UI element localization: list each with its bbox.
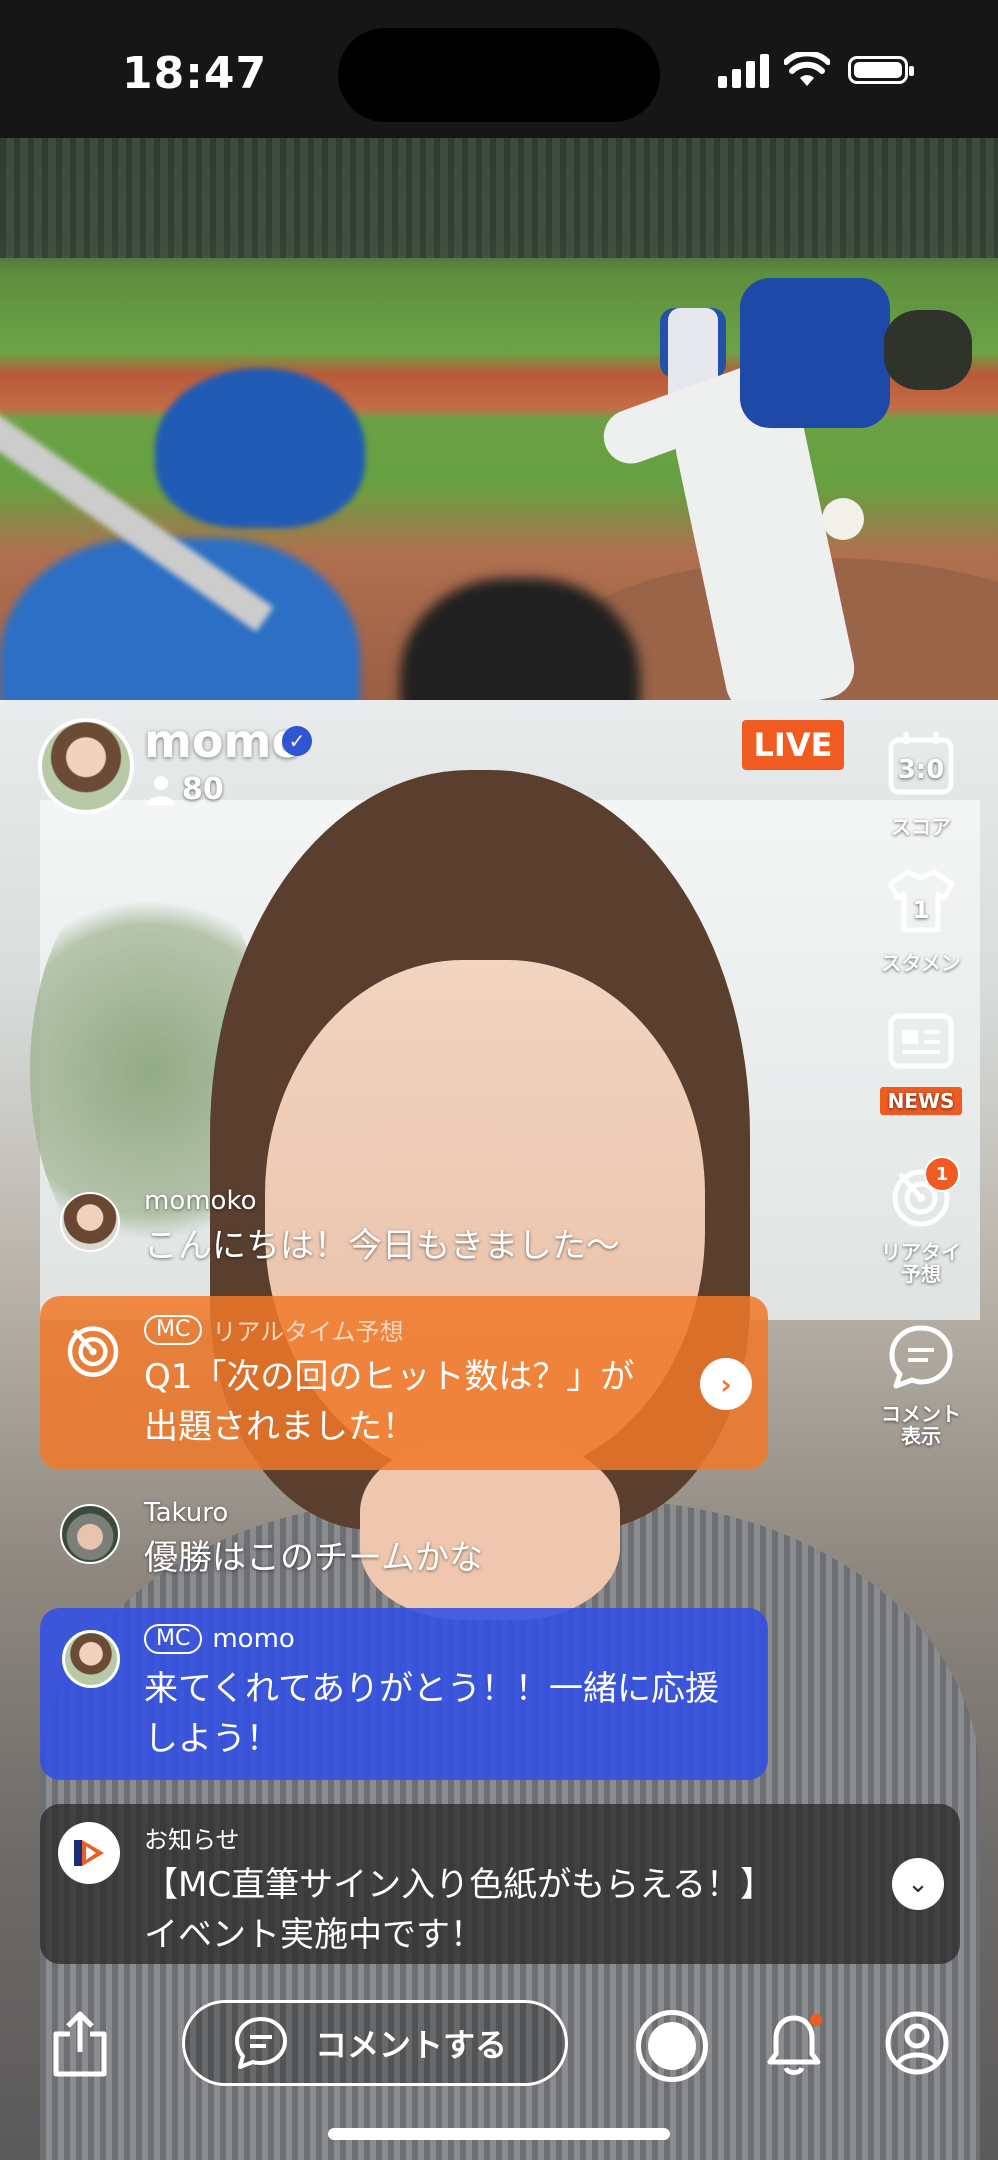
news-label: NEWS [879,1087,963,1115]
mc-avatar[interactable] [62,1630,120,1688]
notice-text: 【MC直筆サイン入り色紙がもらえる！】 イベント実施中です！ [144,1860,864,1960]
viewer-person-icon [148,775,174,805]
record-button[interactable] [636,2010,708,2082]
dynamic-island [338,28,660,122]
prediction-count-badge: 1 [924,1156,960,1192]
lineup-label: スタメン [881,951,961,975]
comment-button-label: コメントする [315,2026,508,2064]
battery-icon [848,56,914,84]
prediction-announcement-card[interactable]: MC リアルタイム予想 Q1「次の回のヒット数は？」が 出題されました！ › [40,1296,768,1470]
mc-comment-line-1: 来てくれてありがとう！！一緒に応援 [144,1669,719,1709]
game-video-feed[interactable] [0,138,998,700]
live-badge: LIVE [742,720,844,770]
prediction-line-1: Q1「次の回のヒット数は？」が [144,1357,635,1397]
mc-comment-text: 来てくれてありがとう！！一緒に応援 しよう！ [144,1664,744,1764]
commenter-name: momoko [144,1186,257,1216]
comment-button[interactable]: コメントする [182,2000,568,2086]
profile-icon[interactable] [884,2010,950,2076]
comment-text: 優勝はこのチームかな [144,1538,483,1578]
score-label: スコア [891,815,951,839]
commenter-avatar[interactable] [60,1192,120,1252]
prediction-category: リアルタイム予想 [212,1318,404,1346]
svg-text:1: 1 [913,896,930,924]
verified-badge-icon: ✓ [282,726,312,756]
notice-line-1: 【MC直筆サイン入り色紙がもらえる！】 [144,1865,775,1905]
viewer-count: 80 [148,772,224,807]
brand-logo-icon [58,1822,120,1884]
streamer-name[interactable]: momo [144,714,303,768]
streamer-avatar[interactable] [38,718,134,814]
jersey-icon: 1 [887,869,955,933]
svg-text:3:0: 3:0 [898,755,945,785]
cellular-signal-icon [718,54,769,88]
score-button[interactable]: 3:0 スコア [866,730,976,840]
commenter-avatar[interactable] [60,1504,120,1564]
lineup-button[interactable]: 1 スタメン [866,866,976,976]
news-icon [888,1013,954,1069]
realtime-prediction-icon [67,1326,119,1377]
notice-line-2: イベント実施中です！ [144,1915,484,1955]
mc-comment-line-2: しよう！ [144,1719,280,1759]
realtime-prediction-label: リアタイ 予想 [881,1240,961,1286]
clock: 18:47 [122,48,268,99]
mc-badge: MC [144,1624,203,1654]
chevron-down-icon[interactable]: ⌄ [892,1858,944,1910]
comment-item: momoko こんにちは！今日もきました〜 [60,1186,760,1266]
notice-banner[interactable]: お知らせ 【MC直筆サイン入り色紙がもらえる！】 イベント実施中です！ ⌄ [40,1804,960,1964]
comment-item: Takuro 優勝はこのチームかな [60,1498,760,1578]
realtime-prediction-button[interactable]: リアタイ 予想 [866,1160,976,1285]
prediction-meta: MC リアルタイム予想 [144,1312,404,1347]
commenter-name: Takuro [144,1498,229,1528]
chevron-right-icon[interactable]: › [700,1358,752,1410]
home-indicator[interactable] [328,2128,670,2140]
viewer-count-value: 80 [182,772,224,807]
notice-category: お知らせ [144,1826,240,1854]
prediction-line-2: 出題されました！ [144,1407,416,1447]
mc-name: momo [212,1624,295,1654]
share-icon[interactable] [50,2010,110,2080]
comment-toggle-icon [889,1325,953,1389]
wifi-icon [784,52,830,86]
comment-display-toggle[interactable]: コメント 表示 [866,1322,976,1447]
comment-display-label: コメント 表示 [881,1402,961,1448]
mc-badge: MC [144,1314,203,1345]
status-bar: 18:47 [0,0,998,138]
mc-comment-card: MC momo 来てくれてありがとう！！一緒に応援 しよう！ [40,1608,768,1780]
scoreboard-icon: 3:0 [888,732,954,795]
comment-text: こんにちは！今日もきました〜 [144,1226,620,1266]
prediction-text: Q1「次の回のヒット数は？」が 出題されました！ [144,1352,744,1452]
mc-comment-meta: MC momo [144,1624,295,1654]
news-button[interactable]: NEWS [866,1006,976,1115]
comment-bubble-icon [235,2017,287,2069]
bell-icon[interactable] [764,2010,824,2080]
play-logo-icon [74,1840,104,1866]
